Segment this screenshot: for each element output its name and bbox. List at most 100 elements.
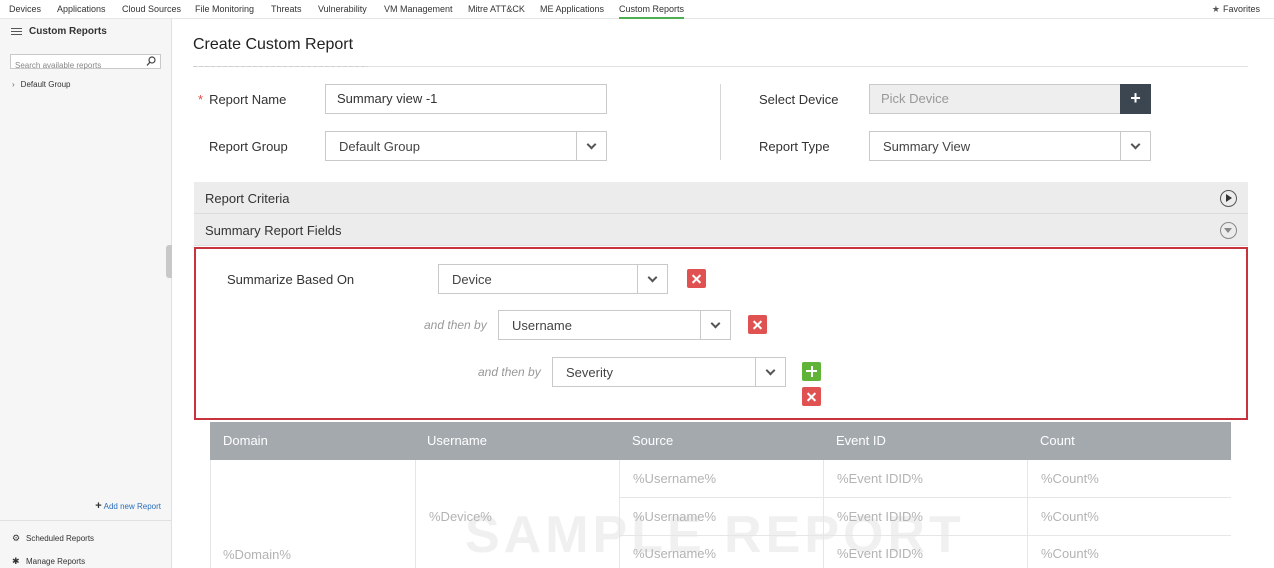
play-circle-icon[interactable] [1220,190,1237,207]
sidebar-collapse-handle[interactable] [166,245,172,278]
then-by-select-1[interactable]: Username [498,310,731,340]
table-cell-domain: %Domain% [223,547,291,562]
report-name-input[interactable]: Summary view -1 [325,84,607,114]
tab-devices[interactable]: Devices [9,4,41,14]
report-criteria-label: Report Criteria [205,191,290,206]
table-cell-count: %Count% [1041,546,1099,561]
tab-cloud-sources[interactable]: Cloud Sources [122,4,181,14]
sidebar: Custom Reports › Default Group +Add new R… [0,19,172,568]
select-device-label: Select Device [759,92,839,107]
report-name-label: * Report Name [198,92,286,107]
then-by-value-1: Username [512,318,572,333]
then-by-value-2: Severity [566,365,613,380]
summary-fields-header[interactable]: Summary Report Fields [194,214,1248,246]
column-header-source: Source [632,433,674,448]
report-criteria-header[interactable]: Report Criteria [194,182,1248,214]
tab-me-applications[interactable]: ME Applications [540,4,604,14]
table-cell-source: %Username% [633,509,717,524]
report-type-select[interactable]: Summary View [869,131,1151,161]
table-cell-username: %Device% [429,509,492,524]
table-cell-source: %Username% [633,471,717,486]
tab-custom-reports[interactable]: Custom Reports [619,4,685,19]
tab-vulnerability[interactable]: Vulnerability [318,4,367,14]
sidebar-footer [0,520,172,521]
remove-field-button[interactable] [802,387,821,406]
tab-applications[interactable]: Applications [57,4,106,14]
sidebar-group-label: Default Group [20,80,71,89]
scheduled-reports-link[interactable]: ⚙ Scheduled Reports [12,533,94,544]
sidebar-header: Custom Reports [11,26,107,37]
top-nav: Devices Applications Cloud Sources File … [0,0,1274,19]
chevron-down-icon[interactable] [576,132,606,160]
table-border [415,460,416,568]
tab-threats[interactable]: Threats [271,4,302,14]
then-by-select-2[interactable]: Severity [552,357,786,387]
table-border [1027,460,1028,568]
add-field-button[interactable] [802,362,821,381]
add-device-button[interactable]: + [1120,84,1151,114]
table-cell-count: %Count% [1041,509,1099,524]
sidebar-title: Custom Reports [29,26,107,38]
table-border [619,497,1231,498]
table-cell-event-id: %Event IDID% [837,546,923,561]
remove-field-button[interactable] [687,269,706,288]
tab-mitre-attack[interactable]: Mitre ATT&CK [468,4,525,14]
table-border [619,460,620,568]
chevron-down-icon[interactable] [1120,132,1150,160]
add-new-report-link[interactable]: + Add new Report [95,500,161,512]
sidebar-search [10,54,161,72]
star-icon: ★ [1211,4,1220,14]
gear-icon: ⚙ [12,533,21,543]
summary-fields-panel: Summarize Based On Device and then by Us… [194,247,1248,420]
gear-icon: ✱ [12,556,20,566]
hamburger-icon[interactable] [11,26,22,37]
chevron-down-circle-icon[interactable] [1220,222,1237,239]
plus-icon: + [95,500,102,512]
summarize-based-on-select[interactable]: Device [438,264,668,294]
required-mark: * [198,92,204,107]
table-cell-count: %Count% [1041,471,1099,486]
report-group-label: Report Group [209,139,288,154]
sample-table-header: Domain Username Source Event ID Count [210,422,1231,460]
tab-vm-management[interactable]: VM Management [384,4,453,14]
report-group-value: Default Group [339,139,420,154]
column-header-event-id: Event ID [836,433,886,448]
plus-icon: + [1130,88,1141,108]
report-group-select[interactable]: Default Group [325,131,607,161]
chevron-down-icon[interactable] [700,311,730,339]
report-type-label: Report Type [759,139,830,154]
favorites-label: Favorites [1222,4,1260,14]
table-border [823,460,824,568]
then-by-label: and then by [424,318,487,332]
column-header-username: Username [427,433,487,448]
manage-reports-label: Manage Reports [26,557,86,566]
chevron-right-icon: › [12,80,15,89]
table-cell-event-id: %Event IDID% [837,471,923,486]
report-name-label-text: Report Name [209,92,287,107]
scheduled-reports-label: Scheduled Reports [26,534,95,543]
tab-file-monitoring[interactable]: File Monitoring [195,4,254,14]
form-divider [720,84,721,160]
table-cell-event-id: %Event IDID% [837,509,923,524]
chevron-down-icon[interactable] [637,265,667,293]
search-icon[interactable] [146,56,156,67]
column-header-domain: Domain [223,433,268,448]
summarize-based-on-value: Device [452,272,492,287]
favorites-button[interactable]: ★ Favorites [1212,4,1260,15]
title-divider [193,66,1248,67]
report-type-value: Summary View [883,139,971,154]
pick-device-input[interactable]: Pick Device [869,84,1121,114]
summarize-based-on-label: Summarize Based On [227,272,355,287]
then-by-label: and then by [478,365,541,379]
column-header-count: Count [1040,433,1075,448]
table-border [210,460,211,568]
search-input[interactable] [11,59,141,72]
manage-reports-link[interactable]: ✱ Manage Reports [12,556,85,567]
table-border [619,535,1231,536]
summary-fields-label: Summary Report Fields [205,223,342,238]
remove-field-button[interactable] [748,315,767,334]
sidebar-item-default-group[interactable]: › Default Group [12,80,70,89]
chevron-down-icon[interactable] [755,358,785,386]
add-new-report-label: Add new Report [103,502,161,511]
table-cell-source: %Username% [633,546,717,561]
